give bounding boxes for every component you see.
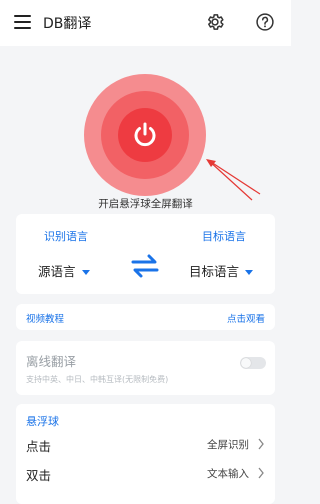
floating-ball-settings-card: 悬浮球 点击 全屏识别 双击 文本输入 [16,404,275,504]
video-tutorial-label: 视频教程 [26,314,65,325]
double-tap-value: 文本输入 [207,468,249,480]
power-icon[interactable] [130,120,160,150]
target-language-select[interactable]: 目标语言 [189,261,254,280]
toggle-knob [241,358,251,368]
double-tap-setting-row[interactable]: 双击 文本输入 [16,461,275,487]
single-tap-value: 全屏识别 [207,439,249,451]
watch-video-link[interactable]: 点击观看 [227,311,265,325]
language-card: 识别语言 目标语言 源语言 目标语言 [16,214,275,294]
single-tap-setting-row[interactable]: 点击 全屏识别 [16,432,275,458]
offline-translation-card: 离线翻译 支持中英、中日、中韩互译(无限制免费) [16,341,275,395]
swap-arrows-icon[interactable] [129,252,161,280]
double-tap-label: 双击 [26,468,52,483]
help-circle-icon[interactable] [255,12,275,32]
offline-translation-toggle[interactable] [240,357,266,369]
source-language-select[interactable]: 源语言 [38,261,90,280]
top-app-bar: DB翻译 [0,0,291,46]
menu-icon[interactable] [14,15,31,29]
gear-icon[interactable] [205,12,225,32]
app-title: DB翻译 [43,16,92,32]
hero-caption: 开启悬浮球全屏翻译 [98,198,193,210]
floating-ball-header: 悬浮球 [26,415,59,428]
annotation-arrow-icon [206,159,261,201]
chevron-down-icon [245,270,254,275]
source-language-value: 源语言 [38,264,76,279]
target-language-header: 目标语言 [202,230,246,243]
chevron-down-icon [81,270,90,275]
chevron-right-icon [258,438,264,450]
target-language-value: 目标语言 [189,264,240,279]
single-tap-label: 点击 [26,439,52,454]
video-tutorial-card[interactable]: 视频教程 点击观看 [16,304,275,330]
offline-translation-description: 支持中英、中日、中韩互译(无限制免费) [26,375,169,384]
chevron-right-icon [258,467,264,479]
offline-translation-title: 离线翻译 [26,354,77,369]
floating-ball-hero: 开启悬浮球全屏翻译 [0,46,291,212]
source-language-header: 识别语言 [44,230,88,243]
